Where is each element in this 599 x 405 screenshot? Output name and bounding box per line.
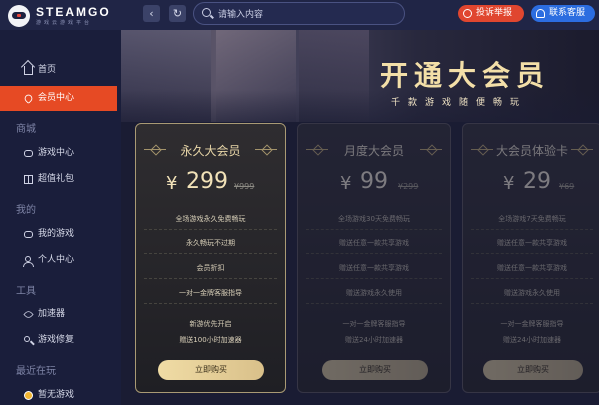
sidebar-item-label: 超值礼包	[38, 174, 75, 184]
sidebar-item-label: 游戏中心	[38, 148, 75, 158]
gift-icon	[24, 175, 33, 184]
sidebar-item-recent-none[interactable]: 暂无游戏	[0, 383, 117, 405]
buy-now-button[interactable]: 立即购买	[483, 360, 583, 380]
plan-card-monthly[interactable]: 月度大会员 ¥ 99 ¥299 全场游戏30天免费畅玩 赠送任意一款共享游戏 赠…	[297, 123, 451, 393]
gamepad-icon	[24, 231, 33, 238]
home-icon	[24, 66, 33, 75]
sidebar-section-tools: 工具	[16, 286, 36, 297]
plan-feature: 永久畅玩不过期	[144, 232, 277, 254]
report-icon	[463, 9, 472, 18]
plan-card-trial[interactable]: 大会员体验卡 ¥ 29 ¥69 全场游戏7天免费畅玩 赠送任意一款共享游戏 赠送…	[462, 123, 599, 393]
sidebar-item-game-repair[interactable]: 游戏修复	[0, 328, 117, 353]
membership-page: 开通大会员 千款游戏随便畅玩 永久大会员 ¥ 299 ¥999 全场游戏永久免费…	[121, 30, 599, 405]
sidebar-item-label: 我的游戏	[38, 229, 75, 239]
price-original: ¥999	[234, 182, 255, 191]
plan-price: ¥ 29 ¥69	[463, 169, 599, 199]
sidebar-item-label: 会员中心	[38, 93, 75, 103]
price-value: 29	[523, 169, 551, 194]
sidebar: 首页 会员中心 商城 游戏中心 超值礼包 我的 我的游戏 个人中心 工具 加速器	[0, 30, 121, 405]
back-button[interactable]: ‹	[143, 5, 160, 22]
heart-icon	[23, 93, 34, 104]
sidebar-item-membership[interactable]: 会员中心	[0, 86, 117, 111]
customer-service-label: 联系客服	[549, 8, 586, 18]
plan-feature: 赠送任意一款共享游戏	[306, 257, 442, 279]
report-label: 投诉举报	[476, 8, 513, 18]
plan-feature: 全场游戏7天免费畅玩	[471, 208, 593, 230]
gamepad-logo-icon	[8, 5, 30, 27]
plan-feature: 赠送游戏永久使用	[471, 282, 593, 304]
app-tagline: 游戏云游戏平台	[36, 20, 93, 26]
sidebar-item-game-center[interactable]: 游戏中心	[0, 141, 117, 166]
search-icon	[202, 8, 211, 17]
app-window: STEAMGO 游戏云游戏平台 ‹ ↻ 请输入内容 投诉举报 联系客服 首页 会…	[0, 0, 599, 405]
gamepad-icon	[24, 150, 33, 157]
sidebar-item-gift-packs[interactable]: 超值礼包	[0, 167, 117, 192]
plan-card-lifetime[interactable]: 永久大会员 ¥ 299 ¥999 全场游戏永久免费畅玩 永久畅玩不过期 会员折扣…	[135, 123, 286, 393]
sidebar-item-label: 加速器	[38, 309, 66, 319]
plan-price: ¥ 99 ¥299	[298, 169, 450, 199]
recent-game-icon	[24, 391, 33, 400]
search-input[interactable]: 请输入内容	[193, 2, 405, 25]
sidebar-item-label: 首页	[38, 65, 57, 75]
user-icon	[23, 256, 34, 267]
sidebar-section-store: 商城	[16, 124, 36, 135]
plan-feature: 赠送24小时加速器	[503, 336, 561, 344]
ornament-icon	[255, 149, 277, 150]
rocket-icon	[23, 309, 34, 320]
sidebar-item-label: 游戏修复	[38, 335, 75, 345]
price-currency: ¥	[340, 173, 352, 194]
sidebar-section-mine: 我的	[16, 205, 36, 216]
buy-now-button[interactable]: 立即购买	[158, 360, 264, 380]
sidebar-item-home[interactable]: 首页	[0, 58, 117, 83]
membership-banner: 开通大会员 千款游戏随便畅玩	[121, 30, 599, 150]
plan-feature: 赠送任意一款共享游戏	[306, 232, 442, 254]
price-currency: ¥	[166, 173, 178, 194]
price-currency: ¥	[503, 173, 515, 194]
sidebar-item-accelerator[interactable]: 加速器	[0, 302, 117, 327]
plan-feature: 会员折扣	[144, 257, 277, 279]
wrench-icon	[24, 336, 30, 342]
plan-price: ¥ 299 ¥999	[136, 169, 285, 199]
report-button[interactable]: 投诉举报	[458, 5, 524, 22]
price-original: ¥69	[559, 182, 575, 191]
sidebar-section-recent: 最近在玩	[16, 366, 56, 377]
banner-title: 开通大会员	[380, 59, 551, 92]
headset-icon	[536, 9, 545, 18]
top-bar: STEAMGO 游戏云游戏平台 ‹ ↻ 请输入内容 投诉举报 联系客服	[0, 0, 599, 30]
plan-feature: 赠送100小时加速器	[179, 336, 242, 344]
plan-feature: 赠送任意一款共享游戏	[471, 257, 593, 279]
sidebar-item-label: 个人中心	[38, 255, 75, 265]
chevron-left-icon: ‹	[149, 7, 154, 20]
refresh-button[interactable]: ↻	[169, 5, 186, 22]
refresh-icon: ↻	[172, 7, 183, 20]
plan-feature: 赠送任意一款共享游戏	[471, 232, 593, 254]
price-value: 99	[360, 169, 388, 194]
sidebar-item-label: 暂无游戏	[38, 390, 75, 400]
search-placeholder: 请输入内容	[218, 10, 264, 20]
buy-now-button[interactable]: 立即购买	[322, 360, 428, 380]
banner-subtitle: 千款游戏随便畅玩	[391, 98, 528, 108]
plan-feature: 赠送游戏永久使用	[306, 282, 442, 304]
sidebar-item-my-games[interactable]: 我的游戏	[0, 222, 117, 247]
plan-feature: 全场游戏30天免费畅玩	[306, 208, 442, 230]
plan-feature: 全场游戏永久免费畅玩	[144, 208, 277, 230]
ornament-icon	[571, 149, 593, 150]
app-name: STEAMGO	[36, 5, 111, 19]
price-original: ¥299	[398, 182, 419, 191]
app-logo[interactable]: STEAMGO 游戏云游戏平台	[8, 4, 118, 28]
customer-service-button[interactable]: 联系客服	[531, 5, 595, 22]
price-value: 299	[186, 169, 228, 194]
plan-feature: 赠送24小时加速器	[345, 336, 403, 344]
sidebar-item-profile[interactable]: 个人中心	[0, 248, 117, 273]
ornament-icon	[420, 149, 442, 150]
plan-feature: 一对一金牌客服指导	[144, 282, 277, 304]
